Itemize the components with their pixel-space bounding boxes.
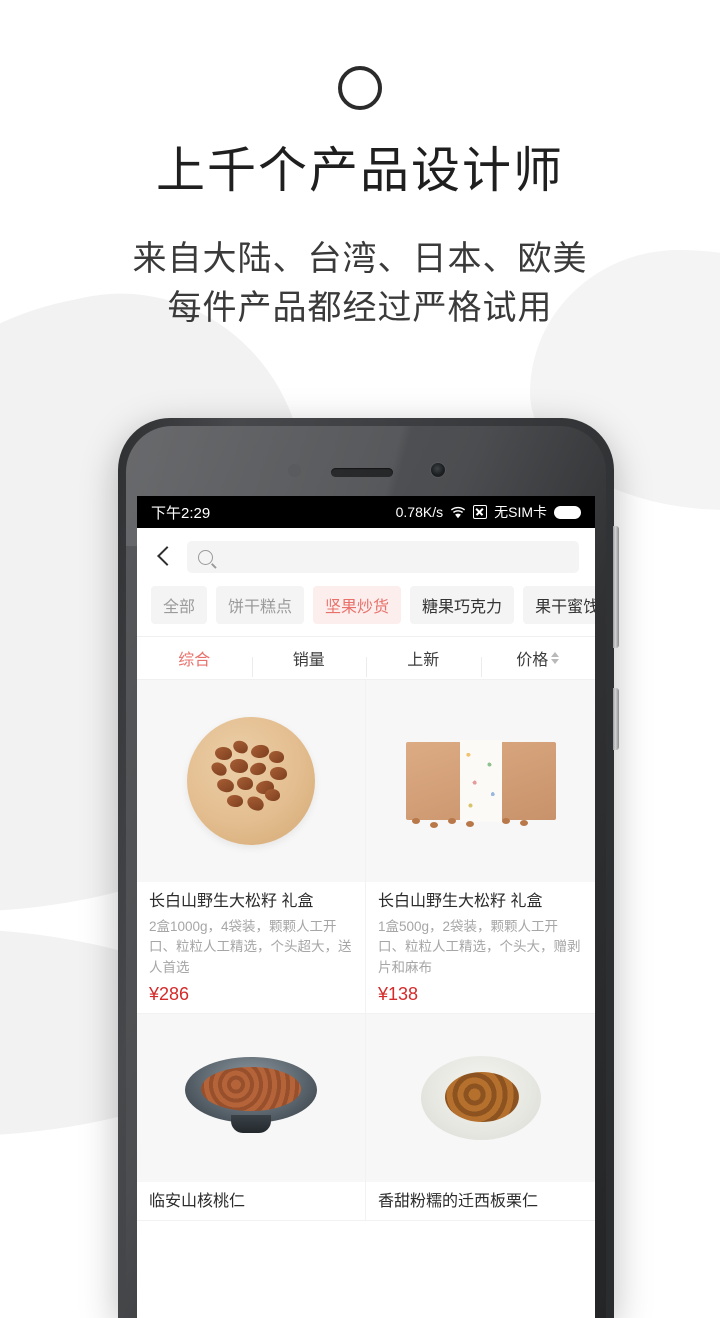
product-grid: 长白山野生大松籽 礼盒 2盒1000g，4袋装，颗颗人工开口、粒粒人工精选，个头… bbox=[137, 680, 595, 1221]
phone-mockup: 下午2:29 0.78K/s 无SIM卡 全部 饼干糕点 坚果炒货 糖果巧克力 … bbox=[118, 418, 619, 1318]
category-chip-chocolate[interactable]: 糖果巧克力 bbox=[410, 586, 515, 624]
product-info: 临安山核桃仁 bbox=[137, 1182, 365, 1212]
product-card[interactable]: 临安山核桃仁 bbox=[137, 1013, 366, 1221]
product-info: 长白山野生大松籽 礼盒 1盒500g，2袋装，颗颗人工开口、粒粒人工精选，个头大… bbox=[366, 882, 595, 1005]
volume-rocker-button[interactable] bbox=[613, 526, 619, 648]
product-info: 香甜粉糯的迁西板栗仁 bbox=[366, 1182, 595, 1212]
phone-screen: 下午2:29 0.78K/s 无SIM卡 全部 饼干糕点 坚果炒货 糖果巧克力 … bbox=[137, 496, 595, 1318]
wifi-icon bbox=[450, 506, 466, 519]
product-card[interactable]: 长白山野生大松籽 礼盒 2盒1000g，4袋装，颗颗人工开口、粒粒人工精选，个头… bbox=[137, 680, 366, 1014]
pine-nuts-artwork bbox=[187, 717, 315, 845]
sort-tab-price[interactable]: 价格 bbox=[480, 646, 596, 677]
product-price: ¥286 bbox=[149, 983, 190, 1004]
sim-status-label: 无SIM卡 bbox=[494, 504, 547, 520]
battery-full-icon bbox=[554, 505, 581, 519]
promo-subtitle: 来自大陆、台湾、日本、欧美 每件产品都经过严格试用 bbox=[0, 235, 720, 334]
network-speed-label: 0.78K/s bbox=[395, 504, 444, 520]
sort-tab-price-label: 价格 bbox=[516, 652, 549, 669]
gift-box-artwork bbox=[405, 740, 556, 828]
promo-section: 上千个产品设计师 来自大陆、台湾、日本、欧美 每件产品都经过严格试用 bbox=[0, 0, 720, 333]
light-plate-artwork bbox=[420, 1055, 541, 1140]
sort-updown-arrows-icon bbox=[551, 652, 560, 664]
dark-bowl-artwork bbox=[185, 1056, 317, 1139]
proximity-sensor-icon bbox=[288, 464, 301, 477]
back-chevron-icon[interactable] bbox=[151, 544, 177, 570]
product-title: 长白山野生大松籽 礼盒 bbox=[149, 893, 314, 910]
product-price: ¥138 bbox=[378, 983, 419, 1004]
search-icon bbox=[198, 549, 213, 565]
product-title: 香甜粉糯的迁西板栗仁 bbox=[378, 1192, 539, 1210]
power-button[interactable] bbox=[613, 688, 619, 750]
wooden-plate-artwork bbox=[187, 717, 315, 845]
status-bar: 下午2:29 0.78K/s 无SIM卡 bbox=[137, 496, 595, 528]
sort-tab-new[interactable]: 上新 bbox=[366, 646, 481, 677]
product-card[interactable]: 香甜粉糯的迁西板栗仁 bbox=[366, 1013, 595, 1221]
promo-subtitle-line-1: 来自大陆、台湾、日本、欧美 bbox=[132, 239, 588, 278]
circle-outline-logo-icon bbox=[338, 66, 382, 110]
earpiece-speaker-icon bbox=[331, 468, 393, 477]
sort-tab-sales-label: 销量 bbox=[292, 652, 325, 669]
signal-disabled-icon bbox=[473, 505, 488, 519]
search-row bbox=[137, 528, 595, 584]
status-bar-time: 下午2:29 bbox=[151, 504, 211, 522]
product-image-pine-nuts-on-wooden-plate bbox=[137, 680, 365, 882]
category-chip-biscuits[interactable]: 饼干糕点 bbox=[216, 586, 305, 624]
sort-tab-new-label: 上新 bbox=[407, 652, 440, 669]
category-chip-driedfruit[interactable]: 果干蜜饯 bbox=[523, 586, 595, 624]
sort-tab-comprehensive-label: 综合 bbox=[178, 652, 211, 669]
product-description: 1盒500g，2袋装，颗颗人工开口、粒粒人工精选，个头大，赠剥片和麻布 bbox=[378, 919, 581, 975]
product-image-chestnuts-on-light-plate bbox=[366, 1013, 595, 1182]
status-bar-indicators: 0.78K/s 无SIM卡 bbox=[396, 502, 581, 522]
search-bar[interactable] bbox=[187, 541, 579, 573]
product-info: 长白山野生大松籽 礼盒 2盒1000g，4袋装，颗颗人工开口、粒粒人工精选，个头… bbox=[137, 882, 365, 1005]
product-description: 2盒1000g，4袋装，颗颗人工开口、粒粒人工精选，个头超大，送人首选 bbox=[149, 919, 352, 975]
category-chip-nuts[interactable]: 坚果炒货 bbox=[313, 586, 402, 624]
sort-tab-comprehensive[interactable]: 综合 bbox=[137, 646, 252, 670]
front-camera-icon bbox=[430, 462, 446, 478]
product-image-walnut-kernels-in-dark-bowl bbox=[137, 1013, 365, 1182]
product-title: 长白山野生大松籽 礼盒 bbox=[378, 893, 543, 910]
product-card[interactable]: 长白山野生大松籽 礼盒 1盒500g，2袋装，颗颗人工开口、粒粒人工精选，个头大… bbox=[366, 680, 595, 1014]
sort-tab-sales[interactable]: 销量 bbox=[251, 646, 367, 677]
category-chip-all[interactable]: 全部 bbox=[151, 586, 208, 624]
promo-subtitle-line-2: 每件产品都经过严格试用 bbox=[167, 289, 553, 328]
page-title: 上千个产品设计师 bbox=[155, 144, 564, 198]
product-image-kraft-gift-box bbox=[366, 680, 595, 882]
product-title: 临安山核桃仁 bbox=[149, 1192, 246, 1210]
category-chip-row[interactable]: 全部 饼干糕点 坚果炒货 糖果巧克力 果干蜜饯 bbox=[137, 584, 595, 636]
sort-bar: 综合 销量 上新 价格 bbox=[137, 636, 595, 680]
search-input[interactable] bbox=[221, 549, 568, 565]
